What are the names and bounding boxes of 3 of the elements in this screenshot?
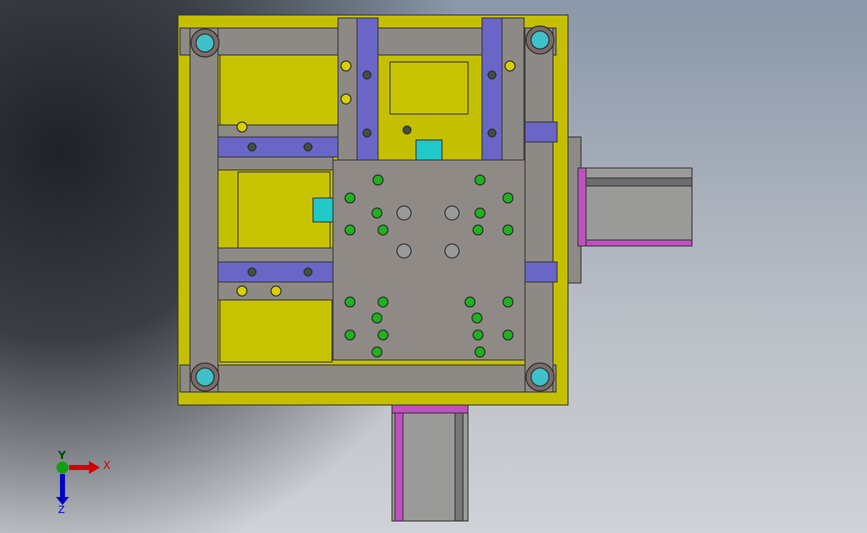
y-axis-label: Y [58,449,66,462]
x-axis-label: X [103,459,111,472]
z-axis-label: Z [58,505,65,516]
